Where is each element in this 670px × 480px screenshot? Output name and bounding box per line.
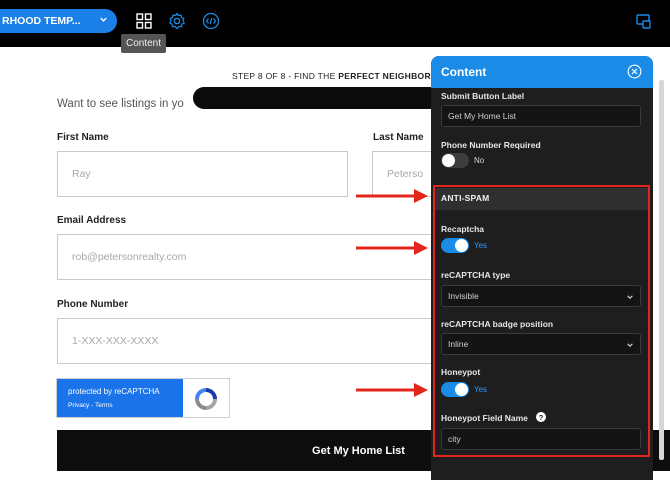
phone-required-state: No: [474, 156, 485, 165]
annotation-arrow: [356, 189, 428, 203]
recaptcha-protected-text: protected by reCAPTCHA: [68, 387, 160, 396]
code-icon[interactable]: [201, 11, 221, 31]
email-label: Email Address: [57, 215, 127, 226]
annotation-highlight-box: [433, 185, 650, 457]
screen-root: RHOOD TEMP... Content STEP 8 OF 8 - FIND…: [0, 0, 670, 480]
first-name-label: First Name: [57, 132, 109, 143]
grid-icon[interactable]: [134, 11, 154, 31]
top-toolbar: RHOOD TEMP... Content: [0, 0, 670, 53]
panel-title: Content: [441, 65, 487, 79]
step-indicator: STEP 8 OF 8 - FIND THE PERFECT NEIGHBORH: [232, 71, 437, 81]
page-scrollbar[interactable]: [659, 80, 664, 460]
intro-text: Want to see listings in yo: [57, 98, 184, 110]
chevron-down-icon: [100, 17, 107, 22]
phone-required-toggle[interactable]: [441, 153, 469, 168]
recaptcha-links[interactable]: Privacy - Terms: [68, 402, 113, 409]
phone-label: Phone Number: [57, 299, 129, 310]
redaction-bar: [193, 87, 453, 109]
recaptcha-logo-icon: [195, 388, 217, 410]
gear-icon[interactable]: [167, 11, 187, 31]
preview-icon[interactable]: [634, 11, 654, 31]
step-prefix: STEP 8 OF 8 - FIND THE: [232, 71, 339, 81]
submit-button-label-label: Submit Button Label: [441, 91, 525, 101]
panel-header: Content: [431, 56, 653, 88]
content-tooltip: Content: [121, 34, 167, 53]
phone-required-label: Phone Number Required: [441, 140, 541, 150]
phone-input[interactable]: 1-XXX-XXX-XXXX: [57, 318, 437, 364]
first-name-input[interactable]: Ray: [57, 151, 348, 197]
annotation-arrow: [356, 383, 428, 397]
toggle-knob: [442, 154, 455, 167]
recaptcha-badge[interactable]: protected by reCAPTCHA Privacy - Terms: [56, 378, 230, 418]
template-selector[interactable]: RHOOD TEMP...: [0, 9, 117, 33]
last-name-label: Last Name: [373, 132, 424, 143]
annotation-arrow: [356, 241, 428, 255]
recaptcha-badge-text-area: protected by reCAPTCHA Privacy - Terms: [57, 379, 183, 417]
close-icon[interactable]: [627, 64, 642, 79]
submit-button-label-input[interactable]: Get My Home List: [441, 105, 641, 127]
template-selector-label: RHOOD TEMP...: [2, 15, 81, 27]
step-bold: PERFECT NEIGHBORH: [338, 71, 438, 81]
